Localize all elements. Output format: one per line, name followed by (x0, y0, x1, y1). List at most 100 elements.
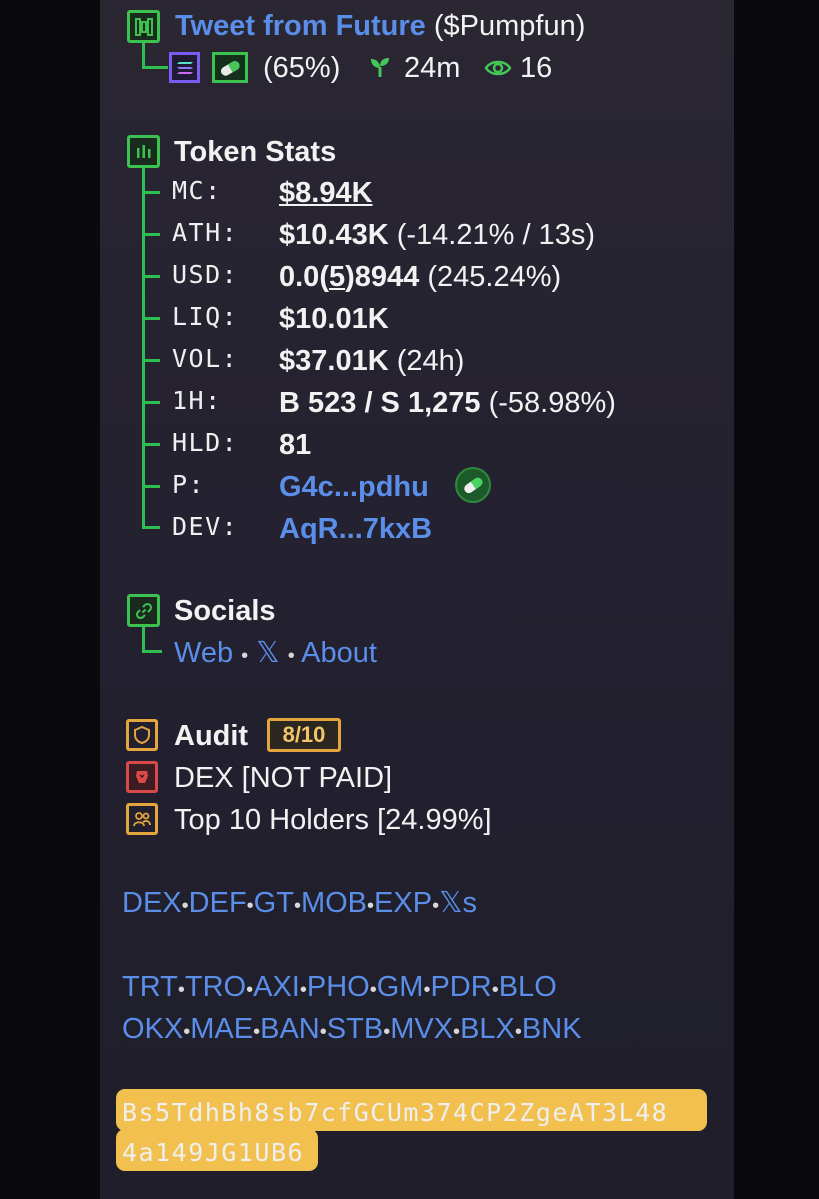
trading-link[interactable]: 𝕏s (439, 887, 477, 919)
token-stats-heading: Token Stats (174, 136, 337, 168)
holders-group-icon (126, 803, 158, 835)
tree-line (142, 168, 145, 528)
usd-value-prefix: 0.0( (279, 261, 329, 293)
pill-icon (212, 52, 248, 83)
tree-line (142, 650, 162, 653)
separator: • (181, 895, 189, 917)
stat-label-usd: USD: (172, 260, 239, 289)
pumpfun-pill-icon[interactable] (455, 467, 491, 503)
trading-links-row-1: DEX•DEF•GT•MOB•EXP•𝕏s (122, 885, 477, 924)
tree-line (142, 359, 160, 362)
token-ticker: ($Pumpfun) (433, 10, 586, 42)
separator: • (367, 895, 375, 917)
ath-change: (-14.21% / 13s) (396, 219, 595, 251)
trading-link[interactable]: MVX (390, 1013, 453, 1045)
shield-icon (126, 719, 158, 751)
chart-bars-icon (127, 135, 160, 168)
stat-label-1h: 1H: (172, 386, 222, 415)
trading-link[interactable]: DEF (189, 887, 247, 919)
contract-address-line-1[interactable]: Bs5TdhBh8sb7cfGCUm374CP2ZgeAT3L48 (122, 1093, 668, 1133)
top-holders-status: Top 10 Holders [24.99%] (174, 804, 492, 836)
separator: • (177, 979, 185, 1001)
tweet-title-link[interactable]: Tweet from Future (175, 10, 426, 42)
trading-links-row-3: OKX•MAE•BAN•STB•MVX•BLX•BNK (122, 1011, 582, 1050)
view-count: 16 (520, 52, 553, 84)
separator: • (514, 1021, 522, 1043)
separator: • (246, 895, 254, 917)
stat-label-dev: DEV: (172, 512, 239, 541)
separator: • (369, 979, 377, 1001)
hourly-change: (-58.98%) (488, 387, 616, 419)
dex-paid-warning-icon (126, 761, 158, 793)
tree-line (142, 233, 160, 236)
dev-address-link[interactable]: AqR...7kxB (279, 511, 432, 547)
stat-label-vol: VOL: (172, 344, 239, 373)
usd-change: (245.24%) (427, 261, 562, 293)
volume-value: $37.01K (279, 345, 389, 377)
stat-label-liq: LIQ: (172, 302, 239, 331)
trading-link[interactable]: GM (377, 971, 424, 1003)
socials-links: Web • 𝕏 • About (174, 635, 377, 674)
contract-address-line-2[interactable]: 4a149JG1UB6 (122, 1133, 668, 1173)
link-icon (127, 594, 160, 627)
tree-line (142, 191, 160, 194)
audit-score-badge: 8/10 (267, 718, 341, 752)
hourly-row: B 523 / S 1,275 (-58.98%) (279, 385, 616, 421)
trading-link[interactable]: BLO (499, 971, 557, 1003)
dex-paid-status: DEX [NOT PAID] (174, 762, 393, 794)
contract-address[interactable]: Bs5TdhBh8sb7cfGCUm374CP2ZgeAT3L48 4a149J… (122, 1093, 668, 1173)
trading-link[interactable]: TRT (122, 971, 178, 1003)
social-web-link[interactable]: Web (174, 637, 233, 669)
separator: • (241, 645, 249, 667)
trading-link[interactable]: MOB (301, 887, 367, 919)
trading-link[interactable]: AXI (253, 971, 300, 1003)
trading-link[interactable]: DEX (122, 887, 182, 919)
trading-link[interactable]: STB (327, 1013, 383, 1045)
tree-line (142, 485, 160, 488)
social-about-link[interactable]: About (301, 637, 377, 669)
trading-link[interactable]: BNK (522, 1013, 582, 1045)
trading-link[interactable]: TRO (185, 971, 246, 1003)
trading-link[interactable]: BLX (460, 1013, 515, 1045)
socials-heading: Socials (174, 595, 276, 627)
usd-value-suffix: )8944 (345, 261, 420, 293)
separator: • (453, 1021, 461, 1043)
ath-value: $10.43K (279, 219, 389, 251)
trading-link[interactable]: GT (254, 887, 294, 919)
tweet-source-icon (127, 10, 160, 43)
separator: • (319, 1021, 327, 1043)
hourly-buys-sells: B 523 / S 1,275 (279, 387, 481, 419)
trading-link[interactable]: EXP (374, 887, 432, 919)
audit-heading: Audit (174, 720, 249, 752)
ath-row: $10.43K (-14.21% / 13s) (279, 217, 595, 253)
trading-link[interactable]: OKX (122, 1013, 183, 1045)
tree-line (142, 526, 160, 529)
pool-address-link[interactable]: G4c...pdhu (279, 469, 429, 505)
tree-line (142, 443, 160, 446)
separator: • (299, 979, 307, 1001)
sprout-icon (369, 56, 391, 83)
trading-link[interactable]: MAE (190, 1013, 253, 1045)
volume-period: (24h) (396, 345, 465, 377)
token-age: 24m (404, 52, 461, 84)
market-cap-value[interactable]: $8.94K (279, 175, 373, 211)
separator: • (491, 979, 499, 1001)
tree-line (142, 317, 160, 320)
volume-row: $37.01K (24h) (279, 343, 464, 379)
usd-zero-count: 5 (328, 261, 346, 293)
usd-row: 0.0(5)8944 (245.24%) (279, 259, 561, 295)
bonding-percent: (65%) (263, 52, 341, 84)
stat-label-p: P: (172, 470, 206, 499)
social-x-link[interactable]: 𝕏 (256, 637, 279, 669)
trading-link[interactable]: PHO (307, 971, 370, 1003)
stat-label-hld: HLD: (172, 428, 239, 457)
trading-link[interactable]: PDR (430, 971, 491, 1003)
trading-link[interactable]: BAN (260, 1013, 320, 1045)
eye-icon (484, 58, 512, 83)
stat-label-mc: MC: (172, 176, 222, 205)
holders-value: 81 (279, 429, 312, 461)
tree-line (142, 401, 160, 404)
trading-links-row-2: TRT•TRO•AXI•PHO•GM•PDR•BLO (122, 969, 557, 1008)
tree-line (142, 66, 168, 69)
separator: • (293, 895, 301, 917)
